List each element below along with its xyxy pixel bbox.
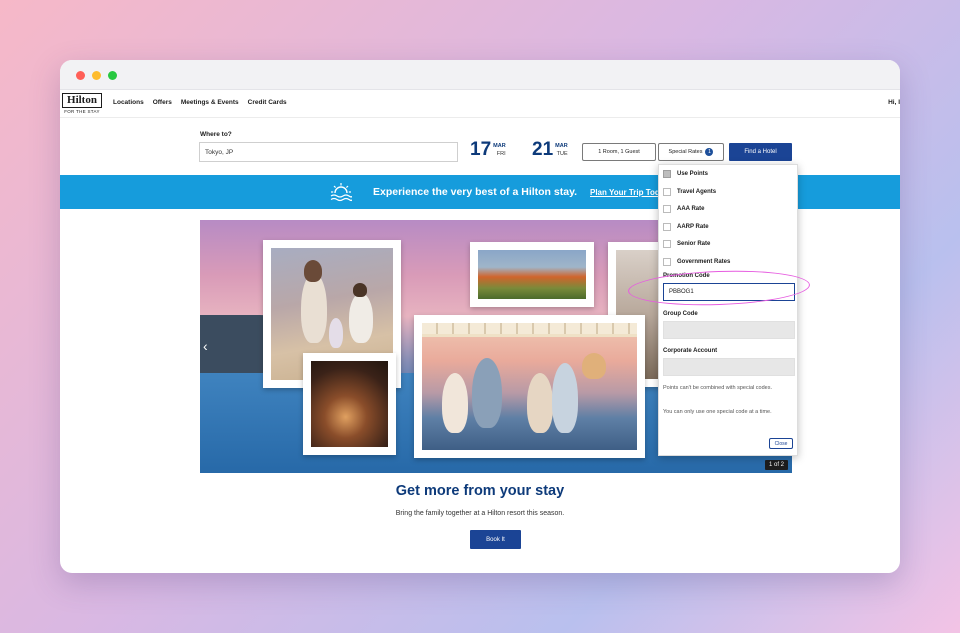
promotion-code-label: Promotion Code bbox=[663, 273, 710, 279]
checkin-weekday: FRI bbox=[496, 150, 506, 157]
checkout-date[interactable]: 21 MAR TUE bbox=[532, 140, 568, 160]
photo-family-sunset-dinner bbox=[414, 315, 645, 458]
option-label: Senior Rate bbox=[677, 241, 711, 247]
carousel-prev-icon[interactable]: ‹ bbox=[203, 338, 208, 354]
option-label: Government Rates bbox=[677, 259, 731, 265]
special-rates-label: Special Rates bbox=[668, 149, 703, 155]
option-senior-rate[interactable]: Senior Rate bbox=[663, 239, 710, 249]
option-label: AAA Rate bbox=[677, 206, 705, 212]
carousel-counter: 1 of 2 bbox=[764, 460, 788, 470]
checkin-date[interactable]: 17 MAR FRI bbox=[470, 140, 506, 160]
option-label: AARP Rate bbox=[677, 224, 709, 230]
banner-text: Experience the very best of a Hilton sta… bbox=[373, 186, 578, 198]
promo-subtitle: Bring the family together at a Hilton re… bbox=[395, 510, 565, 517]
maximize-window-button[interactable] bbox=[108, 71, 117, 80]
option-aarp-rate[interactable]: AARP Rate bbox=[663, 222, 709, 232]
promotion-code-input[interactable]: PBBOG1 bbox=[663, 283, 795, 301]
senior-rate-checkbox[interactable] bbox=[663, 240, 671, 248]
sun-wave-icon bbox=[330, 183, 352, 202]
find-hotel-button[interactable]: Find a Hotel bbox=[729, 143, 792, 161]
user-greeting[interactable]: Hi, I bbox=[888, 99, 900, 106]
top-nav: Hilton FOR THE STAY Locations Offers Mee… bbox=[60, 90, 900, 118]
checkout-month: MAR bbox=[555, 142, 568, 149]
aarp-rate-checkbox[interactable] bbox=[663, 223, 671, 231]
option-use-points[interactable]: Use Points bbox=[663, 169, 708, 179]
destination-input[interactable]: Tokyo, JP bbox=[199, 142, 458, 162]
nav-link-credit-cards[interactable]: Credit Cards bbox=[248, 99, 287, 106]
search-bar: Where to? Tokyo, JP 17 MAR FRI 21 MAR TU… bbox=[60, 130, 900, 164]
where-label: Where to? bbox=[200, 131, 232, 138]
checkout-weekday: TUE bbox=[556, 150, 568, 157]
nav-links: Locations Offers Meetings & Events Credi… bbox=[113, 99, 287, 106]
option-government-rates[interactable]: Government Rates bbox=[663, 257, 730, 267]
special-rates-button[interactable]: Special Rates 1 bbox=[658, 143, 724, 161]
group-code-input[interactable] bbox=[663, 321, 795, 339]
logo-tagline: FOR THE STAY bbox=[64, 109, 100, 114]
nav-link-locations[interactable]: Locations bbox=[113, 99, 144, 106]
checkin-month: MAR bbox=[493, 142, 506, 149]
option-label: Use Points bbox=[677, 171, 709, 177]
close-window-button[interactable] bbox=[76, 71, 85, 80]
photo-autumn-lake bbox=[470, 242, 594, 307]
corporate-account-input[interactable] bbox=[663, 358, 795, 376]
travel-agents-checkbox[interactable] bbox=[663, 188, 671, 196]
close-button[interactable]: Close bbox=[769, 438, 793, 449]
government-rates-checkbox[interactable] bbox=[663, 258, 671, 266]
checkout-day: 21 bbox=[532, 139, 554, 160]
rooms-guests-button[interactable]: 1 Room, 1 Guest bbox=[582, 143, 656, 161]
checkin-day: 17 bbox=[470, 139, 492, 160]
book-it-button[interactable]: Book It bbox=[470, 530, 521, 549]
option-label: Travel Agents bbox=[677, 189, 717, 195]
logo-wordmark: Hilton bbox=[62, 93, 102, 108]
points-note: Points can't be combined with special co… bbox=[663, 385, 772, 391]
browser-window: Hilton FOR THE STAY Locations Offers Mee… bbox=[60, 60, 900, 573]
group-code-label: Group Code bbox=[663, 311, 698, 317]
nav-link-offers[interactable]: Offers bbox=[153, 99, 172, 106]
photo-smores-campfire bbox=[303, 353, 396, 455]
title-bar bbox=[60, 60, 900, 90]
corporate-account-label: Corporate Account bbox=[663, 348, 718, 354]
special-rates-count-badge: 1 bbox=[705, 148, 714, 156]
plan-trip-link[interactable]: Plan Your Trip Tod bbox=[590, 188, 660, 197]
aaa-rate-checkbox[interactable] bbox=[663, 205, 671, 213]
special-rates-dropdown: Use Points Travel Agents AAA Rate AARP R… bbox=[658, 164, 798, 456]
minimize-window-button[interactable] bbox=[92, 71, 101, 80]
hilton-logo[interactable]: Hilton FOR THE STAY bbox=[62, 93, 102, 114]
single-code-note: You can only use one special code at a t… bbox=[663, 409, 772, 415]
promo-title: Get more from your stay bbox=[395, 483, 565, 499]
option-travel-agents[interactable]: Travel Agents bbox=[663, 187, 716, 197]
option-aaa-rate[interactable]: AAA Rate bbox=[663, 204, 704, 214]
nav-link-meetings-events[interactable]: Meetings & Events bbox=[181, 99, 239, 106]
awning bbox=[422, 323, 637, 337]
use-points-checkbox[interactable] bbox=[663, 170, 671, 178]
